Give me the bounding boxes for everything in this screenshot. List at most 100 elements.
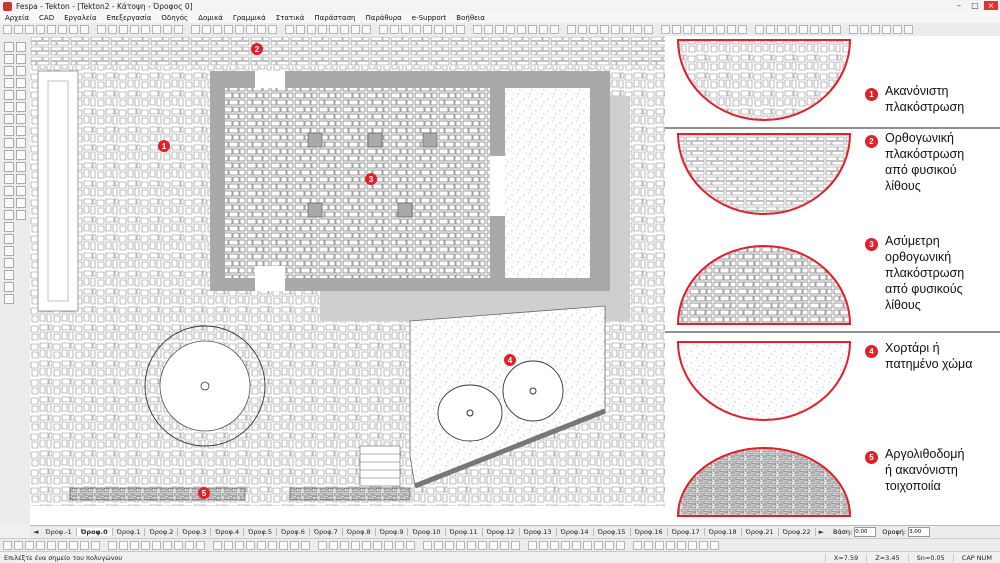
toolbar-button-icon[interactable] bbox=[672, 25, 681, 34]
toolbar-button-icon[interactable] bbox=[108, 25, 117, 34]
toolbar-button-icon[interactable] bbox=[351, 541, 360, 550]
toolbar-button-icon[interactable] bbox=[279, 541, 288, 550]
close-button[interactable]: × bbox=[984, 1, 998, 10]
toolbar-button-icon[interactable] bbox=[340, 541, 349, 550]
menu-help[interactable]: Βοήθεια bbox=[451, 14, 490, 22]
toolbar-button-icon[interactable] bbox=[14, 541, 23, 550]
menu-linear[interactable]: Γραμμικά bbox=[228, 14, 271, 22]
menu-tools[interactable]: Εργαλεία bbox=[59, 14, 102, 22]
toolbar-button-icon[interactable] bbox=[849, 25, 858, 34]
toolbar-button-icon[interactable] bbox=[893, 25, 902, 34]
left-tool-button-icon[interactable] bbox=[16, 114, 26, 124]
left-tool-button-icon[interactable] bbox=[4, 114, 14, 124]
toolbar-button-icon[interactable] bbox=[666, 541, 675, 550]
left-tool-button-icon[interactable] bbox=[4, 282, 14, 292]
tab-floor-1[interactable]: Όροφ.1 bbox=[113, 528, 146, 536]
tab-floor-0[interactable]: Όροφ.0 bbox=[76, 528, 113, 536]
toolbar-button-icon[interactable] bbox=[633, 25, 642, 34]
toolbar-button-icon[interactable] bbox=[489, 541, 498, 550]
tab-floor-8[interactable]: Όροφ.8 bbox=[343, 528, 376, 536]
toolbar-button-icon[interactable] bbox=[329, 25, 338, 34]
toolbar-button-icon[interactable] bbox=[705, 25, 714, 34]
toolbar-button-icon[interactable] bbox=[605, 541, 614, 550]
left-tool-button-icon[interactable] bbox=[16, 174, 26, 184]
tab-floor-17[interactable]: Όροφ.17 bbox=[668, 528, 705, 536]
toolbar-button-icon[interactable] bbox=[108, 541, 117, 550]
left-tool-button-icon[interactable] bbox=[16, 78, 26, 88]
toolbar-button-icon[interactable] bbox=[202, 25, 211, 34]
toolbar-button-icon[interactable] bbox=[688, 541, 697, 550]
toolbar-button-icon[interactable] bbox=[766, 25, 775, 34]
toolbar-button-icon[interactable] bbox=[473, 25, 482, 34]
menu-structural[interactable]: Δομικά bbox=[193, 14, 228, 22]
toolbar-button-icon[interactable] bbox=[119, 25, 128, 34]
toolbar-button-icon[interactable] bbox=[727, 25, 736, 34]
toolbar-button-icon[interactable] bbox=[36, 541, 45, 550]
left-tool-button-icon[interactable] bbox=[4, 186, 14, 196]
toolbar-button-icon[interactable] bbox=[80, 541, 89, 550]
toolbar-button-icon[interactable] bbox=[561, 541, 570, 550]
toolbar-button-icon[interactable] bbox=[478, 541, 487, 550]
toolbar-button-icon[interactable] bbox=[860, 25, 869, 34]
toolbar-button-icon[interactable] bbox=[755, 25, 764, 34]
toolbar-button-icon[interactable] bbox=[97, 25, 106, 34]
toolbar-button-icon[interactable] bbox=[3, 541, 12, 550]
left-tool-button-icon[interactable] bbox=[4, 270, 14, 280]
left-tool-button-icon[interactable] bbox=[4, 138, 14, 148]
toolbar-button-icon[interactable] bbox=[423, 541, 432, 550]
toolbar-button-icon[interactable] bbox=[235, 541, 244, 550]
toolbar-button-icon[interactable] bbox=[25, 25, 34, 34]
toolbar-button-icon[interactable] bbox=[495, 25, 504, 34]
toolbar-button-icon[interactable] bbox=[285, 25, 294, 34]
ceiling-input[interactable]: 3.00 bbox=[908, 527, 931, 537]
toolbar-button-icon[interactable] bbox=[91, 541, 100, 550]
toolbar-button-icon[interactable] bbox=[196, 541, 205, 550]
toolbar-button-icon[interactable] bbox=[633, 541, 642, 550]
toolbar-button-icon[interactable] bbox=[362, 541, 371, 550]
toolbar-button-icon[interactable] bbox=[655, 541, 664, 550]
toolbar-button-icon[interactable] bbox=[644, 25, 653, 34]
toolbar-button-icon[interactable] bbox=[539, 541, 548, 550]
toolbar-button-icon[interactable] bbox=[235, 25, 244, 34]
toolbar-button-icon[interactable] bbox=[777, 25, 786, 34]
toolbar-button-icon[interactable] bbox=[511, 541, 520, 550]
toolbar-button-icon[interactable] bbox=[832, 25, 841, 34]
left-tool-button-icon[interactable] bbox=[4, 54, 14, 64]
tab-scroll-right-icon[interactable]: ► bbox=[816, 528, 827, 536]
toolbar-button-icon[interactable] bbox=[738, 25, 747, 34]
tab-floor-5[interactable]: Όροφ.5 bbox=[244, 528, 277, 536]
tab-floor-11[interactable]: Όροφ.11 bbox=[446, 528, 483, 536]
toolbar-button-icon[interactable] bbox=[517, 25, 526, 34]
toolbar-button-icon[interactable] bbox=[152, 541, 161, 550]
toolbar-button-icon[interactable] bbox=[174, 541, 183, 550]
toolbar-button-icon[interactable] bbox=[290, 541, 299, 550]
menu-edit[interactable]: Επεξεργασία bbox=[102, 14, 157, 22]
menu-guide[interactable]: Οδηγός bbox=[156, 14, 193, 22]
toolbar-button-icon[interactable] bbox=[500, 541, 509, 550]
toolbar-button-icon[interactable] bbox=[69, 25, 78, 34]
toolbar-button-icon[interactable] bbox=[318, 541, 327, 550]
toolbar-button-icon[interactable] bbox=[329, 541, 338, 550]
toolbar-button-icon[interactable] bbox=[257, 25, 266, 34]
toolbar-button-icon[interactable] bbox=[412, 25, 421, 34]
menu-windows[interactable]: Παράθυρα bbox=[360, 14, 406, 22]
tab-floor-6[interactable]: Όροφ.6 bbox=[277, 528, 310, 536]
toolbar-button-icon[interactable] bbox=[445, 541, 454, 550]
toolbar-button-icon[interactable] bbox=[224, 25, 233, 34]
left-tool-button-icon[interactable] bbox=[16, 102, 26, 112]
toolbar-button-icon[interactable] bbox=[904, 25, 913, 34]
toolbar-button-icon[interactable] bbox=[3, 25, 12, 34]
toolbar-button-icon[interactable] bbox=[434, 541, 443, 550]
toolbar-button-icon[interactable] bbox=[379, 25, 388, 34]
toolbar-button-icon[interactable] bbox=[14, 25, 23, 34]
toolbar-button-icon[interactable] bbox=[80, 25, 89, 34]
left-tool-button-icon[interactable] bbox=[4, 222, 14, 232]
toolbar-button-icon[interactable] bbox=[445, 25, 454, 34]
tab-floor-13[interactable]: Όροφ.13 bbox=[520, 528, 557, 536]
toolbar-button-icon[interactable] bbox=[58, 541, 67, 550]
toolbar-button-icon[interactable] bbox=[550, 25, 559, 34]
left-tool-button-icon[interactable] bbox=[4, 102, 14, 112]
left-tool-button-icon[interactable] bbox=[4, 150, 14, 160]
base-input[interactable]: 0.00 bbox=[854, 527, 877, 537]
left-tool-button-icon[interactable] bbox=[16, 150, 26, 160]
